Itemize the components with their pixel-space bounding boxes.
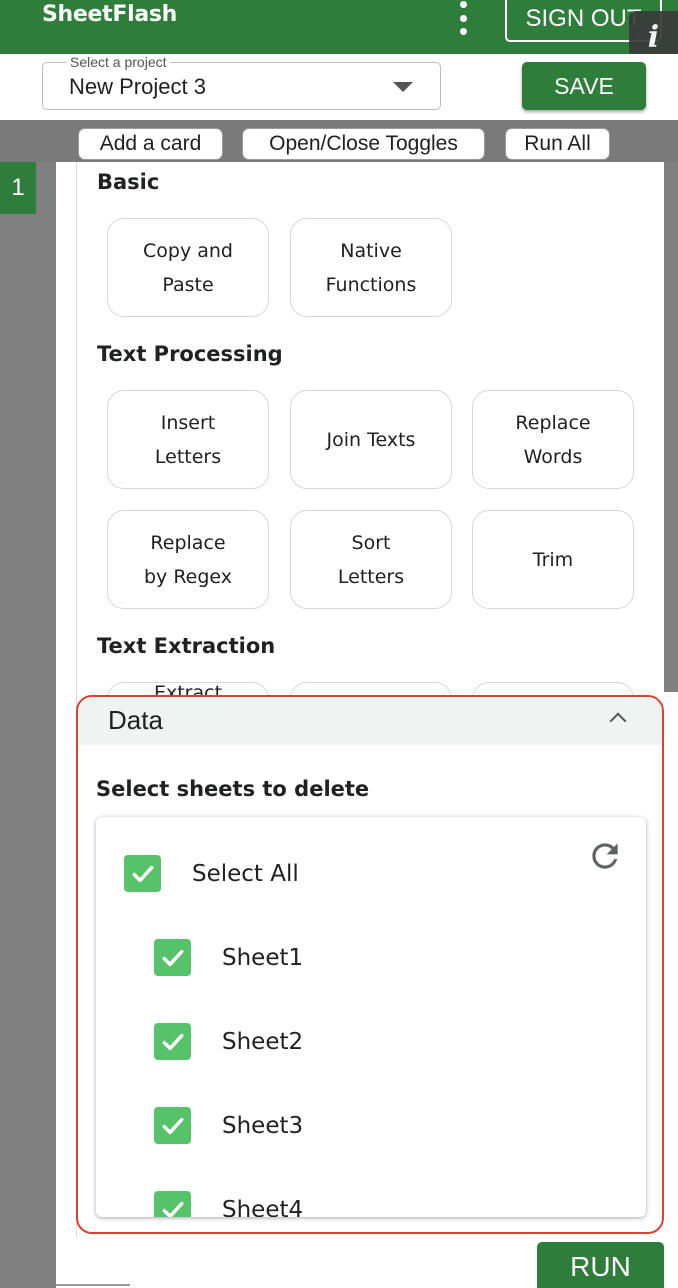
function-copy-paste[interactable]: Copy and Paste	[107, 218, 269, 317]
function-native-functions[interactable]: Native Functions	[290, 218, 452, 317]
sheet-label: Sheet4	[222, 1196, 304, 1218]
dropdown-caret-icon	[393, 82, 413, 92]
category-title-basic: Basic	[97, 170, 160, 194]
app-bar: SheetFlash SIGN OUT	[0, 0, 678, 54]
sheet-label: Sheet1	[222, 944, 304, 971]
divider	[56, 1284, 130, 1286]
sheet-checkbox[interactable]: Sheet3	[154, 1107, 303, 1144]
run-button[interactable]: RUN	[537, 1242, 664, 1288]
brand-logo: SheetFlash	[42, 2, 178, 27]
sheets-label: Select sheets to delete	[96, 777, 370, 801]
sheet-label: Sheet2	[222, 1028, 304, 1055]
data-section-title: Data	[108, 705, 163, 735]
function-replace-words[interactable]: Replace Words	[472, 390, 634, 489]
right-gutter	[664, 162, 678, 692]
checkbox-checked-icon	[154, 939, 191, 976]
refresh-icon[interactable]	[586, 837, 624, 875]
checkbox-checked-icon	[154, 1191, 191, 1217]
sheet-label: Sheet3	[222, 1112, 304, 1139]
add-card-button[interactable]: Add a card	[78, 128, 223, 160]
project-row: Select a project New Project 3 SAVE	[0, 54, 678, 156]
checkbox-checked-icon	[154, 1023, 191, 1060]
function-sort-letters[interactable]: Sort Letters	[290, 510, 452, 609]
select-all-label: Select All	[192, 860, 299, 887]
function-replace-regex[interactable]: Replace by Regex	[107, 510, 269, 609]
save-button[interactable]: SAVE	[522, 62, 646, 110]
checkbox-checked-icon	[124, 855, 161, 892]
sheet-list: Select All Sheet1 Sheet2 Sheet3 Sheet4	[96, 817, 646, 1217]
more-vert-icon[interactable]	[458, 1, 468, 35]
function-join-texts[interactable]: Join Texts	[290, 390, 452, 489]
checkbox-checked-icon	[154, 1107, 191, 1144]
project-select-label: Select a project	[67, 55, 170, 69]
category-title-text-extraction: Text Extraction	[97, 634, 276, 658]
chevron-up-icon[interactable]	[609, 712, 627, 730]
data-section-header[interactable]: Data	[78, 697, 662, 745]
category-title-text-processing: Text Processing	[97, 342, 283, 366]
run-all-button[interactable]: Run All	[505, 128, 610, 160]
toggle-all-button[interactable]: Open/Close Toggles	[242, 128, 485, 160]
select-all-checkbox[interactable]: Select All	[124, 855, 299, 892]
function-trim[interactable]: Trim	[472, 510, 634, 609]
function-insert-letters[interactable]: Insert Letters	[107, 390, 269, 489]
card-number-badge: 1	[0, 162, 36, 214]
sheet-checkbox[interactable]: Sheet4	[154, 1191, 303, 1217]
project-select[interactable]: Select a project New Project 3	[42, 55, 441, 110]
sheet-checkbox[interactable]: Sheet1	[154, 939, 303, 976]
project-select-value: New Project 3	[69, 74, 206, 99]
left-gutter	[0, 162, 56, 1288]
sheet-checkbox[interactable]: Sheet2	[154, 1023, 303, 1060]
data-section: Data Select sheets to delete Select All …	[76, 695, 664, 1234]
